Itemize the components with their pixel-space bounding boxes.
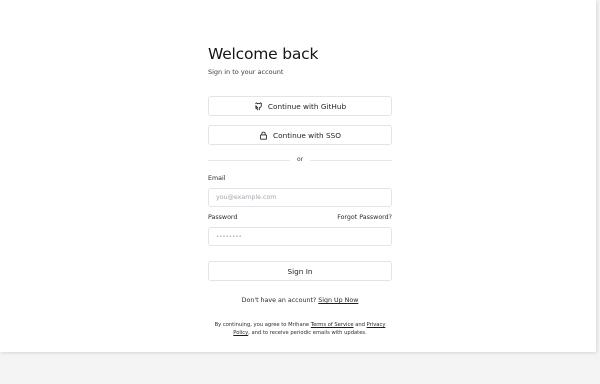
sign-in-label: Sign In — [287, 266, 313, 276]
forgot-password-link[interactable]: Forgot Password? — [337, 214, 392, 222]
legal-suffix: , and to receive periodic emails with up… — [248, 330, 367, 336]
legal-prefix: By continuing, you agree to Mrihane — [214, 322, 310, 328]
sign-in-card: Welcome back Sign in to your account Con… — [208, 44, 393, 336]
github-icon — [254, 101, 263, 111]
email-field[interactable]: you@example.com — [208, 188, 392, 207]
signup-link[interactable]: Sign Up Now — [318, 297, 358, 304]
page-title: Welcome back — [208, 45, 319, 63]
sso-signin-button[interactable]: Continue with SSO — [208, 125, 392, 145]
sso-signin-label: Continue with SSO — [273, 130, 341, 140]
password-label: Password — [208, 214, 238, 221]
divider-line-left — [208, 159, 290, 161]
lock-icon — [259, 131, 268, 140]
divider-line-right — [310, 159, 393, 161]
or-divider: or — [208, 156, 393, 164]
password-field[interactable]: •••••••• — [208, 227, 392, 246]
signup-prompt-text: Don't have an account? — [241, 297, 317, 304]
sign-in-button[interactable]: Sign In — [208, 261, 392, 281]
email-label: Email — [208, 175, 226, 182]
github-signin-button[interactable]: Continue with GitHub — [208, 96, 392, 116]
page-panel: Welcome back Sign in to your account Con… — [0, 0, 596, 352]
legal-notice: By continuing, you agree to Mrihane Term… — [208, 321, 392, 337]
signup-prompt: Don't have an account? Sign Up Now — [208, 296, 392, 305]
legal-and: and — [355, 322, 365, 328]
terms-link[interactable]: Terms of Service — [311, 322, 354, 328]
email-placeholder: you@example.com — [216, 194, 277, 201]
page-subtitle: Sign in to your account — [208, 68, 284, 76]
password-placeholder: •••••••• — [216, 233, 242, 240]
github-signin-label: Continue with GitHub — [267, 101, 347, 111]
divider-text: or — [296, 156, 304, 163]
